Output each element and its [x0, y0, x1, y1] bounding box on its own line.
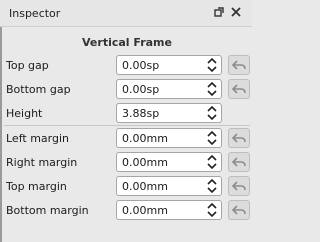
float-icon[interactable] [213, 6, 225, 18]
row-label: Bottom gap [6, 83, 71, 96]
spin-value[interactable]: 0.00mm [122, 156, 168, 169]
close-icon[interactable] [230, 6, 242, 18]
row-label: Top margin [6, 180, 67, 193]
spin-arrows-icon[interactable] [207, 155, 217, 169]
bottom-margin-spinbox[interactable]: 0.00mm [116, 200, 222, 220]
reset-button[interactable] [228, 128, 250, 148]
row-label: Left margin [6, 132, 69, 145]
left-margin-spinbox[interactable]: 0.00mm [116, 128, 222, 148]
row-top-gap: Top gap 0.00sp [2, 54, 252, 78]
row-bottom-gap: Bottom gap 0.00sp [2, 78, 252, 102]
title-bar: Inspector [0, 0, 252, 27]
spin-value[interactable]: 0.00mm [122, 132, 168, 145]
reset-button[interactable] [228, 55, 250, 75]
window-title: Inspector [9, 7, 61, 20]
spin-arrows-icon[interactable] [207, 82, 217, 96]
reset-button[interactable] [228, 79, 250, 99]
row-bottom-margin: Bottom margin 0.00mm [2, 199, 252, 223]
reset-icon [232, 181, 246, 191]
bottom-gap-spinbox[interactable]: 0.00sp [116, 79, 222, 99]
reset-button[interactable] [228, 152, 250, 172]
spin-arrows-icon[interactable] [207, 179, 217, 193]
spin-arrows-icon[interactable] [207, 106, 217, 120]
top-margin-spinbox[interactable]: 0.00mm [116, 176, 222, 196]
row-label: Bottom margin [6, 204, 89, 217]
spin-value[interactable]: 3.88sp [122, 107, 159, 120]
row-top-margin: Top margin 0.00mm [2, 175, 252, 199]
reset-icon [232, 205, 246, 215]
spin-arrows-icon[interactable] [207, 203, 217, 217]
row-label: Right margin [6, 156, 78, 169]
reset-icon [232, 133, 246, 143]
spin-value[interactable]: 0.00mm [122, 180, 168, 193]
row-height: Height 3.88sp [2, 102, 252, 126]
reset-button[interactable] [228, 200, 250, 220]
right-margin-spinbox[interactable]: 0.00mm [116, 152, 222, 172]
reset-icon [232, 84, 246, 94]
divider [4, 125, 250, 126]
spin-arrows-icon[interactable] [207, 58, 217, 72]
spin-value[interactable]: 0.00sp [122, 83, 159, 96]
row-label: Height [6, 107, 43, 120]
row-left-margin: Left margin 0.00mm [2, 127, 252, 151]
reset-icon [232, 60, 246, 70]
spin-value[interactable]: 0.00mm [122, 204, 168, 217]
spin-arrows-icon[interactable] [207, 131, 217, 145]
row-label: Top gap [6, 59, 49, 72]
top-gap-spinbox[interactable]: 0.00sp [116, 55, 222, 75]
row-right-margin: Right margin 0.00mm [2, 151, 252, 175]
reset-icon [232, 157, 246, 167]
inspector-panel: Vertical Frame Top gap 0.00sp Bottom gap… [0, 27, 252, 242]
section-title: Vertical Frame [82, 36, 172, 49]
height-spinbox[interactable]: 3.88sp [116, 103, 222, 123]
spin-value[interactable]: 0.00sp [122, 59, 159, 72]
reset-button[interactable] [228, 176, 250, 196]
